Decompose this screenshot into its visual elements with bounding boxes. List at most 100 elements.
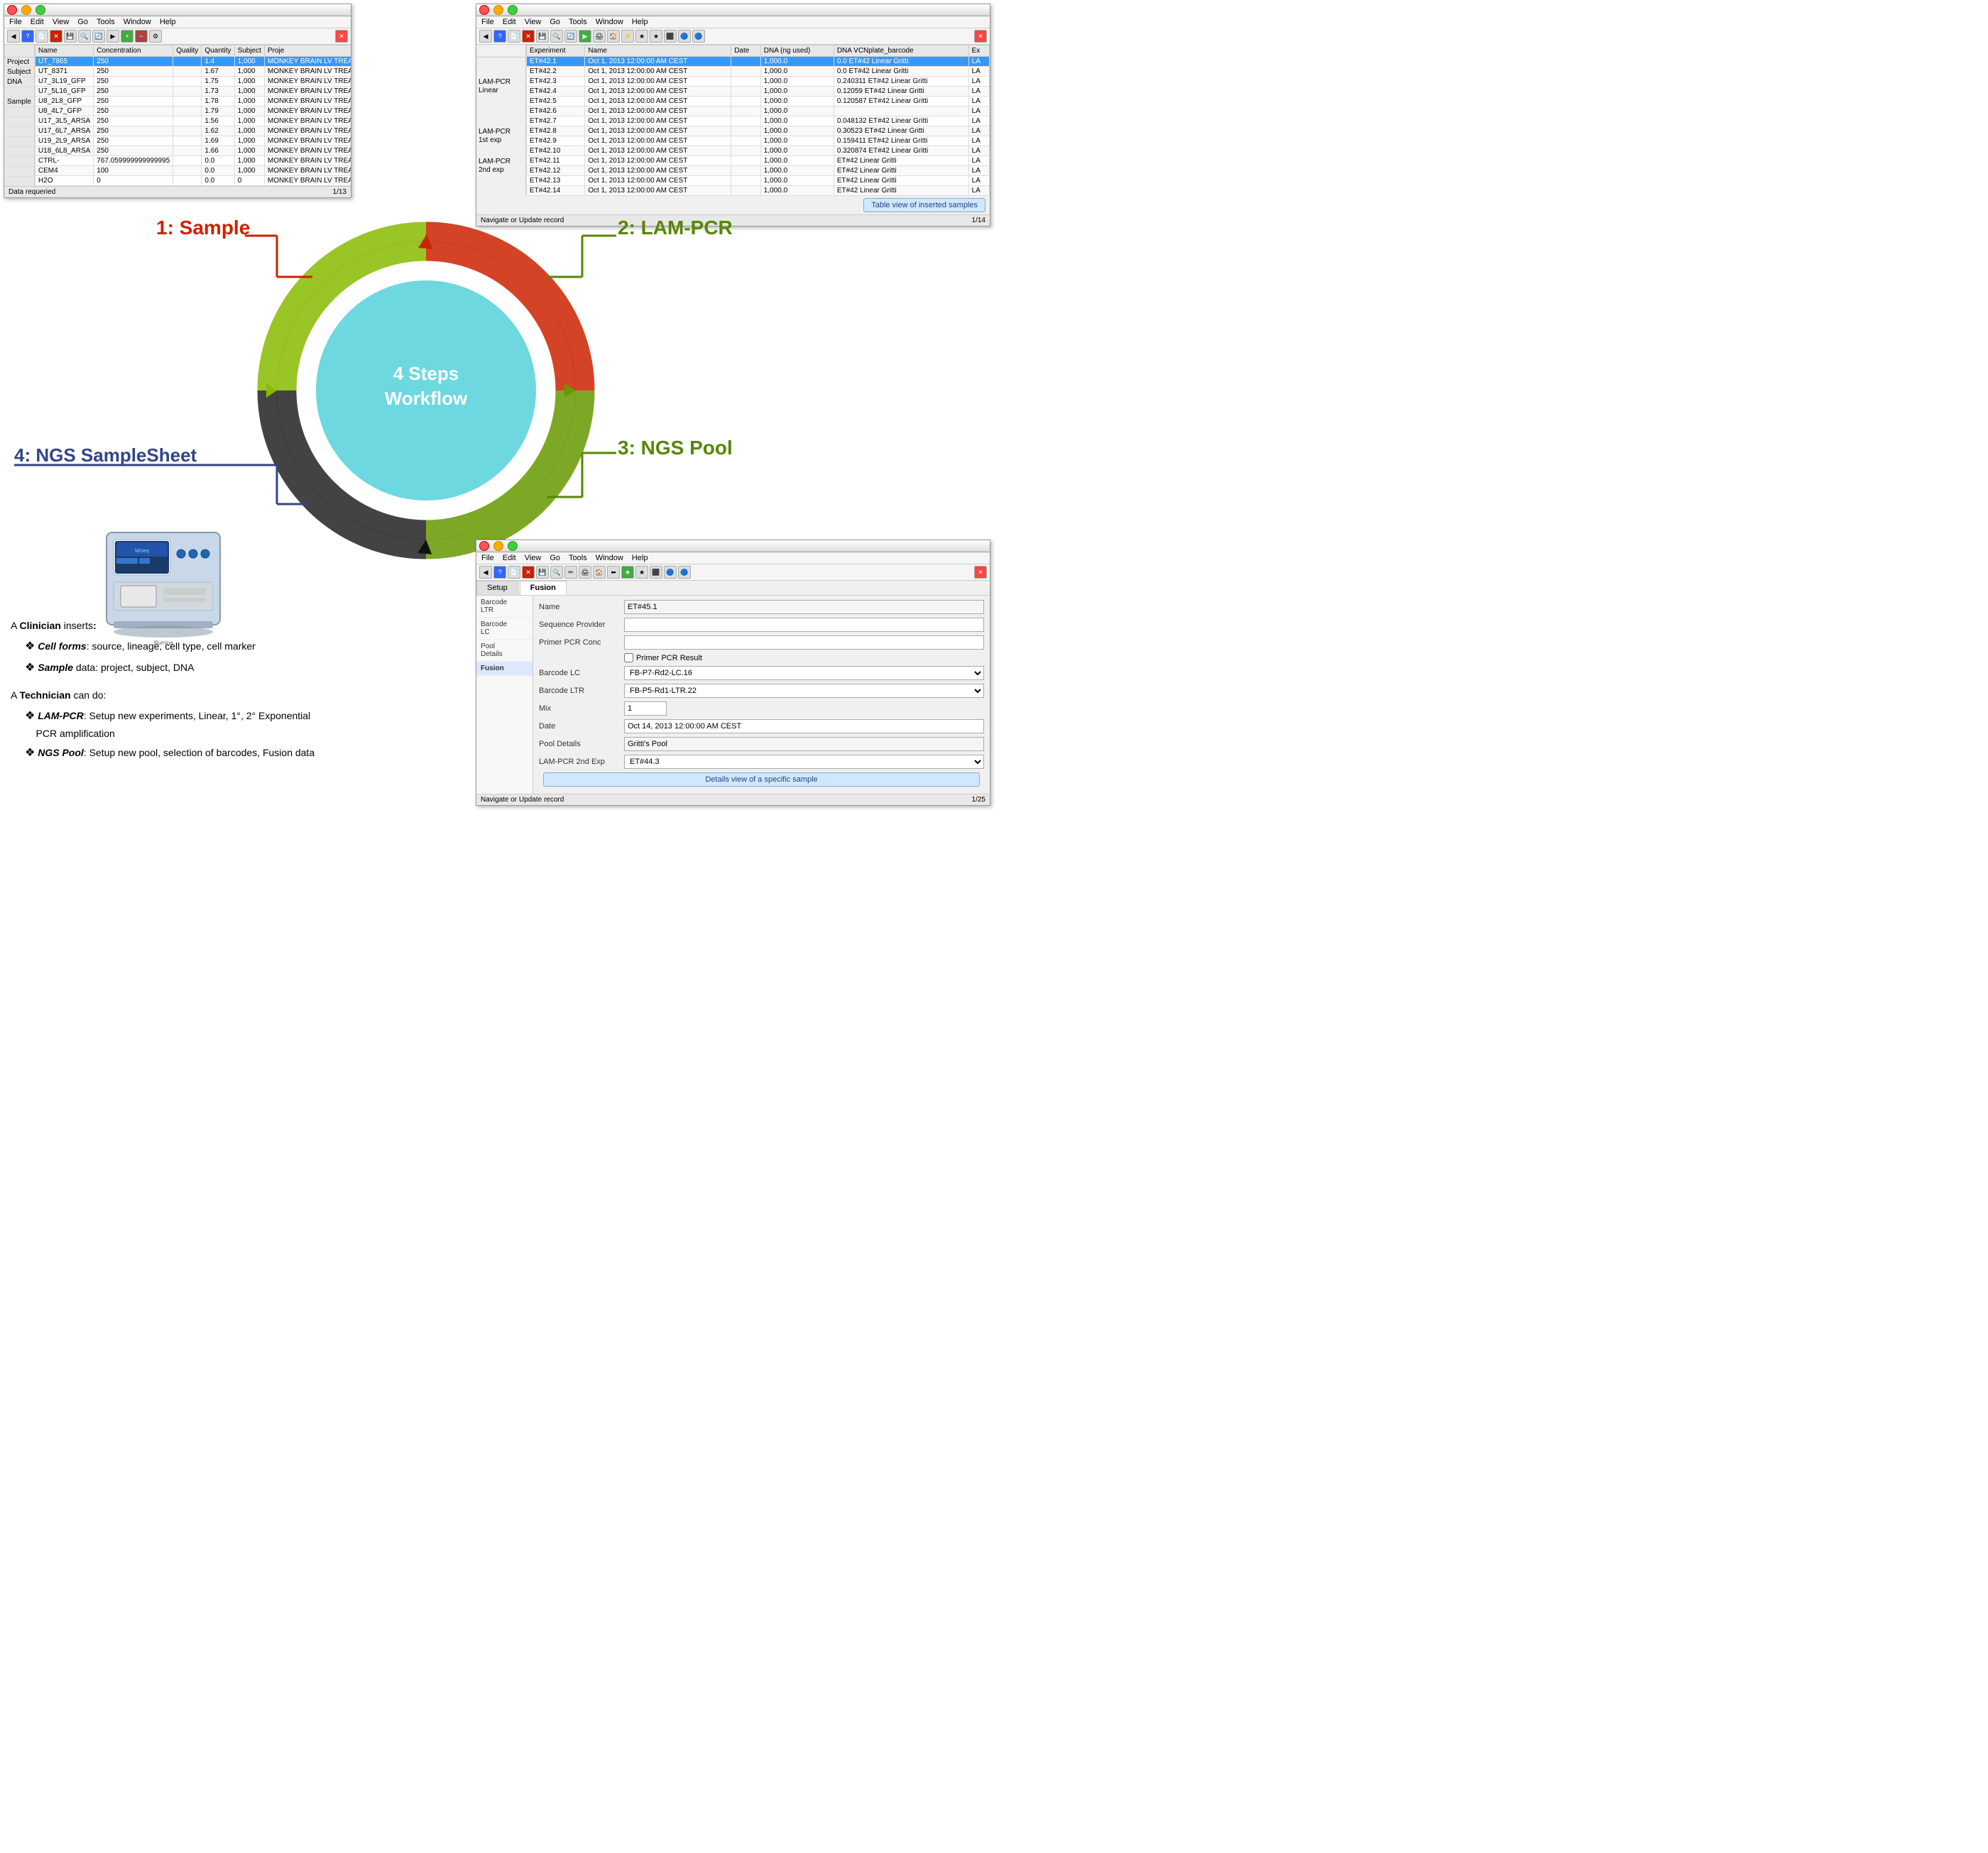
win1-table-row[interactable]: CTRL- 767.059999999999995 0.0 1,000 MONK… [35,156,351,166]
win2-icon1[interactable]: ▶ [579,30,591,43]
win1-table-row[interactable]: UT_8371 250 1.67 1,000 MONKEY BRAIN LV T… [35,67,351,77]
win3-help[interactable]: ? [493,566,506,579]
form-seqprovider-input[interactable] [624,618,984,632]
win3-new[interactable]: 📄 [508,566,520,579]
win1-table-row[interactable]: U17_6L7_ARSA 250 1.62 1,000 MONKEY BRAIN… [35,126,351,136]
win2-close-x[interactable]: ✕ [974,30,987,43]
win2-max-btn[interactable] [508,5,518,15]
win1-table-row[interactable]: U7_5L16_GFP 250 1.73 1,000 MONKEY BRAIN … [35,87,351,97]
win1-max-btn[interactable] [36,5,45,15]
win2-menu-tools[interactable]: Tools [565,17,591,27]
win3-menu-help[interactable]: Help [628,553,652,563]
win1-icon2[interactable]: + [121,30,133,43]
win2-icon3[interactable]: ★ [635,30,648,43]
win3-delete[interactable]: ✕ [522,566,535,579]
win2-col-name[interactable]: Name [585,45,731,57]
sidebar-pool-details[interactable]: PoolDetails [476,640,532,662]
win3-menu-tools[interactable]: Tools [565,553,591,563]
win1-icon1[interactable]: ▶ [106,30,119,43]
win3-max-btn[interactable] [508,541,518,551]
win2-help[interactable]: ? [493,30,506,43]
win1-min-btn[interactable] [21,5,31,15]
win3-arrow2[interactable]: ★ [621,566,634,579]
win2-icon2[interactable]: ⚡ [621,30,634,43]
win2-delete[interactable]: ✕ [522,30,535,43]
win2-menu-file[interactable]: File [478,17,498,27]
win1-new[interactable]: 📄 [36,30,48,43]
win3-close-btn[interactable] [479,541,489,551]
win3-save[interactable]: 💾 [536,566,549,579]
win2-icon6[interactable]: 🔵 [678,30,691,43]
sidebar-barcode-ltr[interactable]: BarcodeLTR [476,596,532,618]
win2-col-dna[interactable]: DNA (ng used) [760,45,834,57]
win1-table-row[interactable]: U19_2L9_ARSA 250 1.69 1,000 MONKEY BRAIN… [35,136,351,146]
win1-col-conc[interactable]: Concentration [94,45,173,57]
win2-min-btn[interactable] [493,5,503,15]
tab-setup[interactable]: Setup [476,581,518,595]
win2-menu-window[interactable]: Window [592,17,627,27]
form-lampcr-select[interactable]: ET#44.3 [624,755,984,769]
win1-menu-help[interactable]: Help [156,17,180,27]
win3-search[interactable]: 🔍 [550,566,563,579]
win1-help[interactable]: ? [21,30,34,43]
win2-table-row[interactable]: ET#42.3 Oct 1, 2013 12:00:00 AM CEST 1,0… [527,77,990,87]
win1-table-row[interactable]: U8_4L7_GFP 250 1.79 1,000 MONKEY BRAIN L… [35,106,351,116]
win3-icon1[interactable]: ⬛ [650,566,662,579]
form-mix-input[interactable] [624,701,667,716]
win2-new[interactable]: 📄 [508,30,520,43]
win2-table-row[interactable]: ET#42.12 Oct 1, 2013 12:00:00 AM CEST 1,… [527,166,990,176]
win3-icon2[interactable]: 🔵 [664,566,677,579]
win2-col-vcn[interactable]: DNA VCNplate_barcode [834,45,968,57]
win2-refresh[interactable]: 🔄 [564,30,577,43]
win2-table-row[interactable]: ET#42.6 Oct 1, 2013 12:00:00 AM CEST 1,0… [527,106,990,116]
win2-home[interactable]: 🏠 [607,30,620,43]
win1-menu-go[interactable]: Go [74,17,92,27]
win1-table-row[interactable]: H2O 0 0.0 0 MONKEY BRAIN LV TREATED 1...… [35,176,351,186]
win3-min-btn[interactable] [493,541,503,551]
form-barcode-lc-select[interactable]: FB-P7-Rd2-LC.16 [624,666,984,680]
win2-icon4[interactable]: ★ [650,30,662,43]
win2-search[interactable]: 🔍 [550,30,563,43]
win2-table-row[interactable]: ET#42.8 Oct 1, 2013 12:00:00 AM CEST 1,0… [527,126,990,136]
win3-icon3[interactable]: 🔵 [678,566,691,579]
win2-col-ex[interactable]: Ex [968,45,989,57]
win1-nav-back[interactable]: ◀ [7,30,20,43]
win3-edit[interactable]: ✏ [564,566,577,579]
win1-icon3[interactable]: − [135,30,148,43]
win3-arrow3[interactable]: ★ [635,566,648,579]
win2-table-row[interactable]: ET#42.7 Oct 1, 2013 12:00:00 AM CEST 1,0… [527,116,990,126]
win1-delete[interactable]: ✕ [50,30,62,43]
win1-search[interactable]: 🔍 [78,30,91,43]
win1-col-qty[interactable]: Quantity [202,45,234,57]
win1-menu-file[interactable]: File [6,17,26,27]
win1-col-proj[interactable]: Proje [264,45,351,57]
win1-col-quality[interactable]: Quality [173,45,202,57]
win2-table-row[interactable]: ET#42.1 Oct 1, 2013 12:00:00 AM CEST 1,0… [527,57,990,67]
win3-menu-edit[interactable]: Edit [499,553,520,563]
win2-menu-edit[interactable]: Edit [499,17,520,27]
win2-table-row[interactable]: ET#42.13 Oct 1, 2013 12:00:00 AM CEST 1,… [527,176,990,186]
win2-table-container[interactable]: Experiment Name Date DNA (ng used) DNA V… [526,45,990,196]
win3-menu-file[interactable]: File [478,553,498,563]
win2-table-row[interactable]: ET#42.14 Oct 1, 2013 12:00:00 AM CEST 1,… [527,186,990,196]
win3-close-x[interactable]: ✕ [974,566,987,579]
win1-table-row[interactable]: U17_3L5_ARSA 250 1.56 1,000 MONKEY BRAIN… [35,116,351,126]
win3-menu-view[interactable]: View [521,553,545,563]
win1-icon4[interactable]: ⚙ [149,30,162,43]
win2-print[interactable]: 🖨 [593,30,606,43]
win2-save[interactable]: 💾 [536,30,549,43]
win1-refresh[interactable]: 🔄 [92,30,105,43]
win2-menu-go[interactable]: Go [546,17,564,27]
win2-col-exp[interactable]: Experiment [527,45,585,57]
win1-col-subject[interactable]: Subject [234,45,264,57]
win1-menu-tools[interactable]: Tools [93,17,119,27]
win2-table-row[interactable]: ET#42.9 Oct 1, 2013 12:00:00 AM CEST 1,0… [527,136,990,146]
win3-home[interactable]: 🏠 [593,566,606,579]
win1-table-row[interactable]: CEM4 100 0.0 1,000 MONKEY BRAIN LV TREAT… [35,166,351,176]
win3-arrow1[interactable]: ⬅ [607,566,620,579]
win2-table-row[interactable]: ET#42.4 Oct 1, 2013 12:00:00 AM CEST 1,0… [527,87,990,97]
win1-table-row[interactable]: UT_7865 250 1.4 1,000 MONKEY BRAIN LV TR… [35,57,351,67]
win1-close-btn[interactable] [7,5,17,15]
win1-save[interactable]: 💾 [64,30,77,43]
win2-menu-help[interactable]: Help [628,17,652,27]
